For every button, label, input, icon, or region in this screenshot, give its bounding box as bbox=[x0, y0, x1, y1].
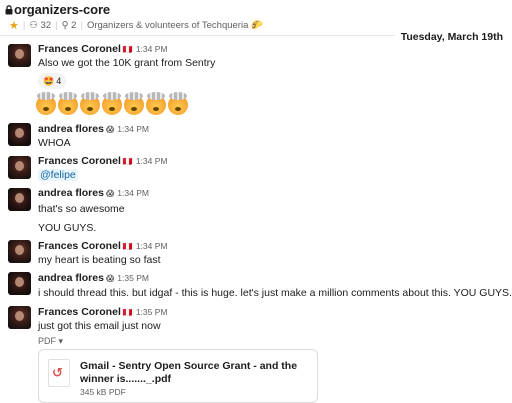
star-struck-icon: 🤩 bbox=[43, 75, 55, 86]
author[interactable]: andrea flores 😱 1:34 PM bbox=[38, 123, 149, 135]
user-mention[interactable]: @felipe bbox=[38, 169, 78, 181]
channel-name: organizers-core bbox=[14, 2, 111, 17]
exploding-head-icon bbox=[36, 92, 56, 115]
taco-icon: 🌮 bbox=[251, 20, 263, 31]
avatar[interactable] bbox=[8, 306, 31, 329]
message-text: i should thread this. but idgaf - this i… bbox=[38, 287, 512, 299]
exploding-head-icon bbox=[146, 92, 166, 115]
pin-icon: ⚲ bbox=[61, 20, 69, 31]
timestamp[interactable]: 1:34 PM bbox=[117, 124, 149, 134]
channel-meta: ★ | ⚇ 32 | ⚲ 2 | Organizers & volunteers… bbox=[9, 19, 263, 32]
file-meta: 345 kB PDF bbox=[80, 387, 126, 397]
message-text: YOU GUYS. bbox=[38, 222, 97, 234]
author[interactable]: andrea flores 😱 1:34 PM bbox=[38, 187, 149, 199]
message-text: WHOA bbox=[38, 137, 71, 149]
author[interactable]: Frances Coronel 🇵🇪 1:34 PM bbox=[38, 240, 167, 252]
author[interactable]: Frances Coronel 🇵🇪 1:34 PM bbox=[38, 43, 167, 55]
timestamp[interactable]: 1:34 PM bbox=[136, 241, 168, 251]
caret-down-icon: ▾ bbox=[58, 336, 64, 346]
timestamp[interactable]: 1:34 PM bbox=[117, 188, 149, 198]
channel-header: organizers-core ★ | ⚇ 32 | ⚲ 2 | Organiz… bbox=[0, 0, 512, 43]
star-icon[interactable]: ★ bbox=[9, 19, 19, 32]
avatar[interactable] bbox=[8, 240, 31, 263]
avatar[interactable] bbox=[8, 156, 31, 179]
message-text: @felipe bbox=[38, 169, 78, 181]
reaction-pill[interactable]: 🤩 4 bbox=[38, 73, 67, 89]
attachment-toggle[interactable]: PDF ▾ bbox=[38, 336, 63, 347]
exploding-head-icon bbox=[168, 92, 188, 115]
channel-topic: Organizers & volunteers of Techqueria 🌮 bbox=[86, 20, 263, 31]
person-icon: ⚇ bbox=[29, 20, 38, 31]
exploding-head-icon bbox=[80, 92, 100, 115]
lock-icon bbox=[5, 5, 13, 15]
exploding-head-icon bbox=[102, 92, 122, 115]
message-text: my heart is beating so fast bbox=[38, 254, 161, 266]
avatar[interactable] bbox=[8, 188, 31, 211]
avatar[interactable] bbox=[8, 44, 31, 67]
avatar[interactable] bbox=[8, 123, 31, 146]
file-title[interactable]: Gmail - Sentry Open Source Grant - and t… bbox=[80, 360, 310, 386]
pinned-count[interactable]: ⚲ 2 bbox=[62, 20, 77, 31]
members-count[interactable]: ⚇ 32 bbox=[29, 20, 51, 31]
author[interactable]: Frances Coronel 🇵🇪 1:35 PM bbox=[38, 306, 167, 318]
exploding-head-icon bbox=[124, 92, 144, 115]
exploding-head-icon bbox=[58, 92, 78, 115]
author[interactable]: Frances Coronel 🇵🇪 1:34 PM bbox=[38, 155, 167, 167]
timestamp[interactable]: 1:34 PM bbox=[136, 156, 168, 166]
message-text: that's so awesome bbox=[38, 203, 125, 215]
timestamp[interactable]: 1:35 PM bbox=[117, 273, 149, 283]
avatar[interactable] bbox=[8, 272, 31, 295]
timestamp[interactable]: 1:35 PM bbox=[136, 307, 168, 317]
date-divider[interactable]: Tuesday, March 19th bbox=[394, 31, 512, 43]
timestamp[interactable]: 1:34 PM bbox=[136, 44, 168, 54]
file-attachment[interactable]: Gmail - Sentry Open Source Grant - and t… bbox=[38, 349, 318, 403]
author[interactable]: andrea flores 😱 1:35 PM bbox=[38, 272, 149, 284]
message-text: just got this email just now bbox=[38, 320, 161, 332]
pdf-icon bbox=[48, 359, 70, 387]
emoji-row bbox=[36, 92, 188, 115]
channel-title[interactable]: organizers-core bbox=[5, 2, 110, 17]
message-text: Also we got the 10K grant from Sentry bbox=[38, 57, 216, 69]
